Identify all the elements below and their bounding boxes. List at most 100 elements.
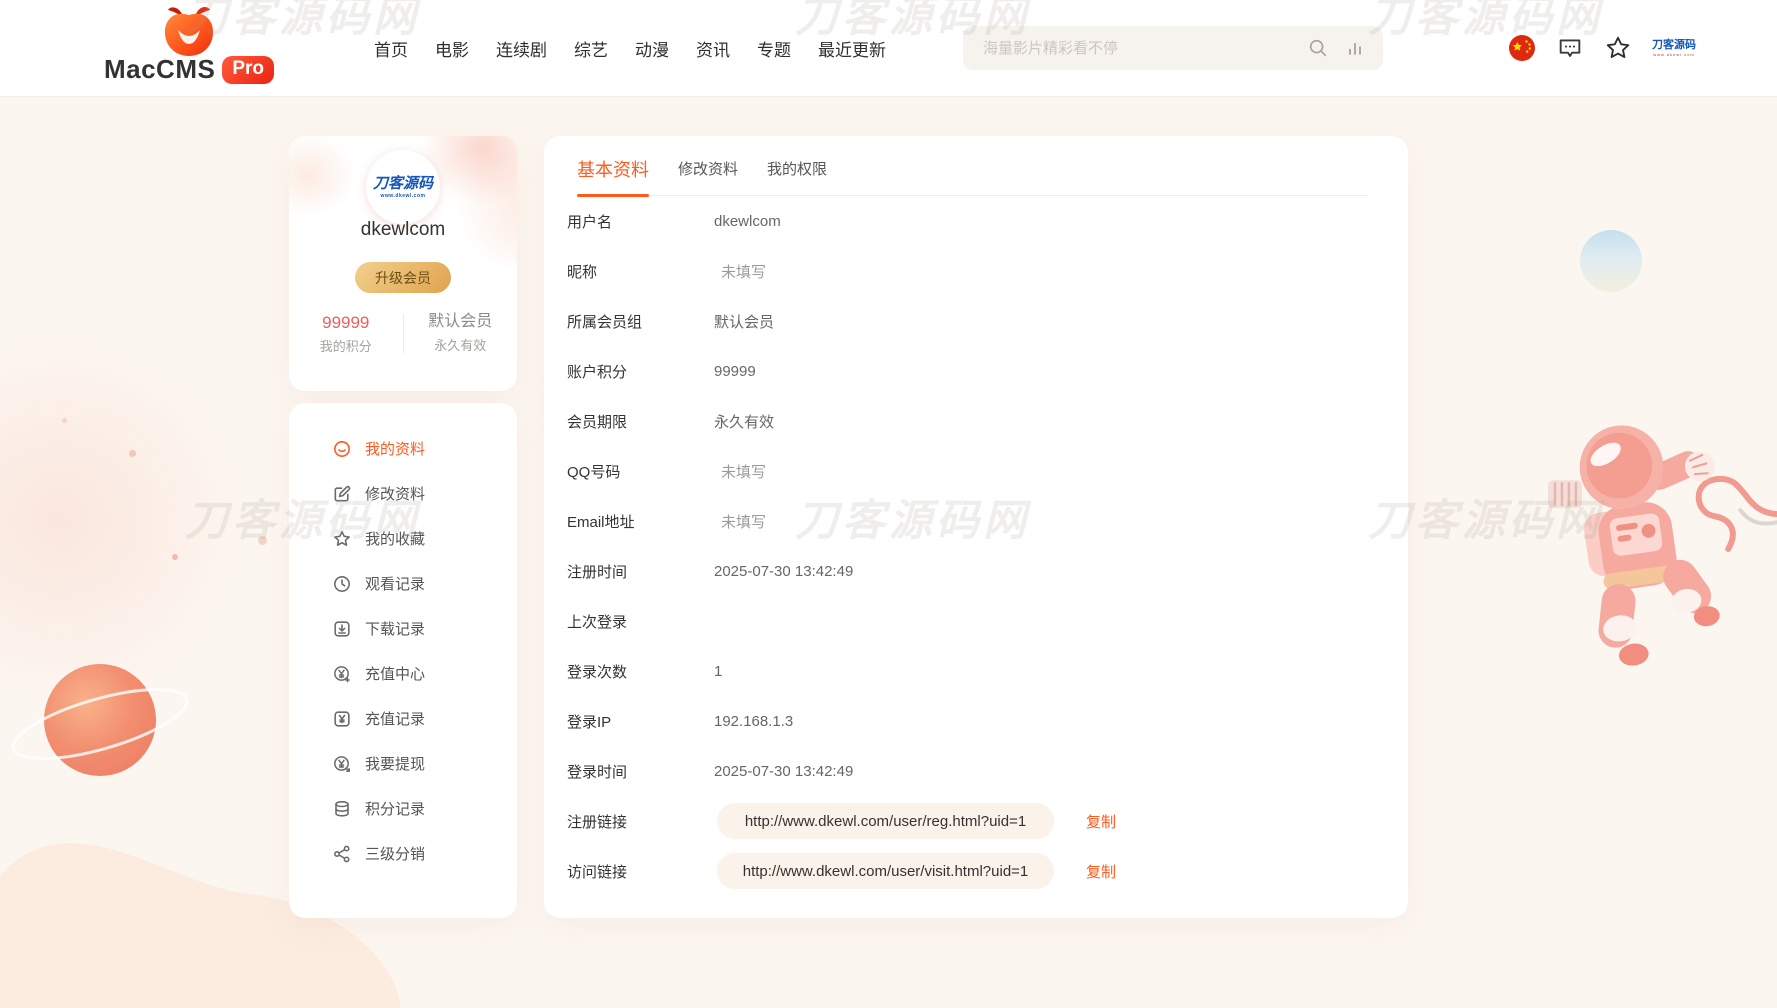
- sidebar-item-4[interactable]: 观看记录: [332, 561, 517, 606]
- link-value-box[interactable]: http://www.dkewl.com/user/visit.html?uid…: [717, 853, 1054, 889]
- dot-decor: [172, 554, 178, 560]
- partner-logo-text: 刀客源码: [1652, 40, 1696, 51]
- sidebar-item-9[interactable]: 积分记录: [332, 786, 517, 831]
- points-label: 我的积分: [289, 340, 403, 353]
- link-url: http://www.dkewl.com/user/visit.html?uid…: [743, 863, 1029, 880]
- tab-edit-info[interactable]: 修改资料: [678, 158, 738, 195]
- nav-item-4[interactable]: 综艺: [574, 36, 608, 61]
- tab-basic-info[interactable]: 基本资料: [577, 156, 649, 195]
- member-group-label: 永久有效: [404, 339, 518, 352]
- sidebar-item-2[interactable]: 修改资料: [332, 471, 517, 516]
- page: 刀客源码网刀客源码网刀客源码网刀客源码网刀客源码网刀客源码网刀客源码网刀客源码网…: [0, 0, 1777, 1008]
- sidebar-item-label: 我的收藏: [365, 528, 425, 549]
- avatar: 刀客源码 www.dkewl.com: [366, 150, 440, 224]
- recharge-icon: [332, 664, 352, 684]
- nav-item-6[interactable]: 资讯: [696, 36, 730, 61]
- sidebar-item-label: 我的资料: [365, 438, 425, 459]
- partner-logo[interactable]: 刀客源码 www.dkewl.com: [1652, 40, 1696, 57]
- field-label: 账户积分: [567, 361, 714, 382]
- profile-stats: 99999 我的积分 默认会员 永久有效: [289, 314, 517, 353]
- link-value-box[interactable]: http://www.dkewl.com/user/reg.html?uid=1: [717, 803, 1054, 839]
- field-label: 所属会员组: [567, 311, 714, 332]
- field-label: 登录IP: [567, 711, 714, 732]
- language-flag-icon[interactable]: [1508, 34, 1536, 62]
- field-row: 注册链接 http://www.dkewl.com/user/reg.html?u…: [544, 796, 1408, 846]
- header-actions: 刀客源码 www.dkewl.com: [1508, 0, 1696, 96]
- link-url: http://www.dkewl.com/user/reg.html?uid=1: [745, 813, 1026, 830]
- field-value: 2025-07-30 13:42:49: [714, 563, 853, 580]
- field-value: 未填写: [714, 461, 766, 482]
- field-value: 默认会员: [714, 311, 774, 332]
- field-label: 上次登录: [567, 611, 714, 632]
- watermark-text: 刀客源码网: [795, 998, 1030, 1008]
- favorite-star-icon[interactable]: [1604, 34, 1632, 62]
- copy-button[interactable]: 复制: [1086, 811, 1116, 832]
- field-value: 未填写: [714, 261, 766, 282]
- search-icon[interactable]: [1307, 37, 1329, 59]
- copy-button[interactable]: 复制: [1086, 861, 1116, 882]
- clock-icon: [332, 574, 352, 594]
- top-navbar: MacCMS Pro 首页 电影 连续剧 综艺 动漫 资讯 专题 最近更新: [0, 0, 1777, 96]
- message-icon[interactable]: [1556, 34, 1584, 62]
- profile-fields: 用户名dkewlcom昵称未填写所属会员组默认会员账户积分99999会员期限永久…: [544, 196, 1408, 896]
- nav-item-2[interactable]: 电影: [435, 36, 469, 61]
- field-label: 访问链接: [567, 861, 714, 882]
- sidebar-item-label: 观看记录: [365, 573, 425, 594]
- field-row: 注册时间2025-07-30 13:42:49: [544, 546, 1408, 596]
- avatar-logo-text: 刀客源码: [373, 176, 433, 191]
- rank-chart-icon[interactable]: [1345, 38, 1365, 58]
- field-label: 注册时间: [567, 561, 714, 582]
- sidebar-menu-card: 我的资料修改资料我的收藏观看记录下载记录充值中心充值记录我要提现积分记录三级分销: [289, 403, 517, 918]
- sidebar-menu: 我的资料修改资料我的收藏观看记录下载记录充值中心充值记录我要提现积分记录三级分销: [289, 403, 517, 876]
- watermark-text: 刀客源码网: [1368, 998, 1603, 1008]
- points-stat: 99999 我的积分: [289, 314, 404, 353]
- share-icon: [332, 844, 352, 864]
- brand-badge: Pro: [222, 56, 274, 84]
- nav-item-7[interactable]: 专题: [757, 36, 791, 61]
- dot-decor: [129, 450, 136, 457]
- field-label: 昵称: [567, 261, 714, 282]
- field-row: 上次登录: [544, 596, 1408, 646]
- field-row: 用户名dkewlcom: [544, 196, 1408, 246]
- sidebar-item-8[interactable]: 我要提现: [332, 741, 517, 786]
- search-input[interactable]: [963, 26, 1307, 70]
- sidebar-item-1[interactable]: 我的资料: [332, 426, 517, 471]
- field-label: 会员期限: [567, 411, 714, 432]
- pale-circle-decor: [0, 330, 250, 710]
- sidebar-item-6[interactable]: 充值中心: [332, 651, 517, 696]
- ladder-scrap: [1548, 480, 1582, 508]
- field-label: 登录次数: [567, 661, 714, 682]
- field-label: 注册链接: [567, 811, 714, 832]
- sidebar-item-10[interactable]: 三级分销: [332, 831, 517, 876]
- site-logo[interactable]: MacCMS Pro: [100, 4, 278, 85]
- main-nav: 首页 电影 连续剧 综艺 动漫 资讯 专题 最近更新: [374, 0, 886, 96]
- sidebar-item-label: 充值中心: [365, 663, 425, 684]
- field-row: 登录次数1: [544, 646, 1408, 696]
- field-label: Email地址: [567, 511, 714, 532]
- field-row: 所属会员组默认会员: [544, 296, 1408, 346]
- sidebar-item-7[interactable]: 充值记录: [332, 696, 517, 741]
- tab-permissions[interactable]: 我的权限: [767, 158, 827, 195]
- dot-decor: [62, 418, 67, 423]
- partner-logo-subtext: www.dkewl.com: [1652, 53, 1696, 57]
- sidebar-item-3[interactable]: 我的收藏: [332, 516, 517, 561]
- nav-item-1[interactable]: 首页: [374, 36, 408, 61]
- nav-item-5[interactable]: 动漫: [635, 36, 669, 61]
- sidebar-item-label: 充值记录: [365, 708, 425, 729]
- field-row: 登录IP192.168.1.3: [544, 696, 1408, 746]
- upgrade-member-button[interactable]: 升级会员: [355, 262, 451, 293]
- points-value: 99999: [289, 314, 403, 331]
- member-group-stat: 默认会员 永久有效: [404, 314, 518, 353]
- field-row: 登录时间2025-07-30 13:42:49: [544, 746, 1408, 796]
- planet-decor: [8, 638, 208, 808]
- field-label: QQ号码: [567, 461, 714, 482]
- brand-name: MacCMS: [104, 54, 215, 85]
- dot-decor: [258, 536, 267, 545]
- points-icon: [332, 799, 352, 819]
- sidebar-item-5[interactable]: 下载记录: [332, 606, 517, 651]
- field-label: 用户名: [567, 211, 714, 232]
- nav-item-8[interactable]: 最近更新: [818, 36, 886, 61]
- astronaut-illustration: [1548, 418, 1777, 668]
- field-value: 2025-07-30 13:42:49: [714, 763, 853, 780]
- nav-item-3[interactable]: 连续剧: [496, 36, 547, 61]
